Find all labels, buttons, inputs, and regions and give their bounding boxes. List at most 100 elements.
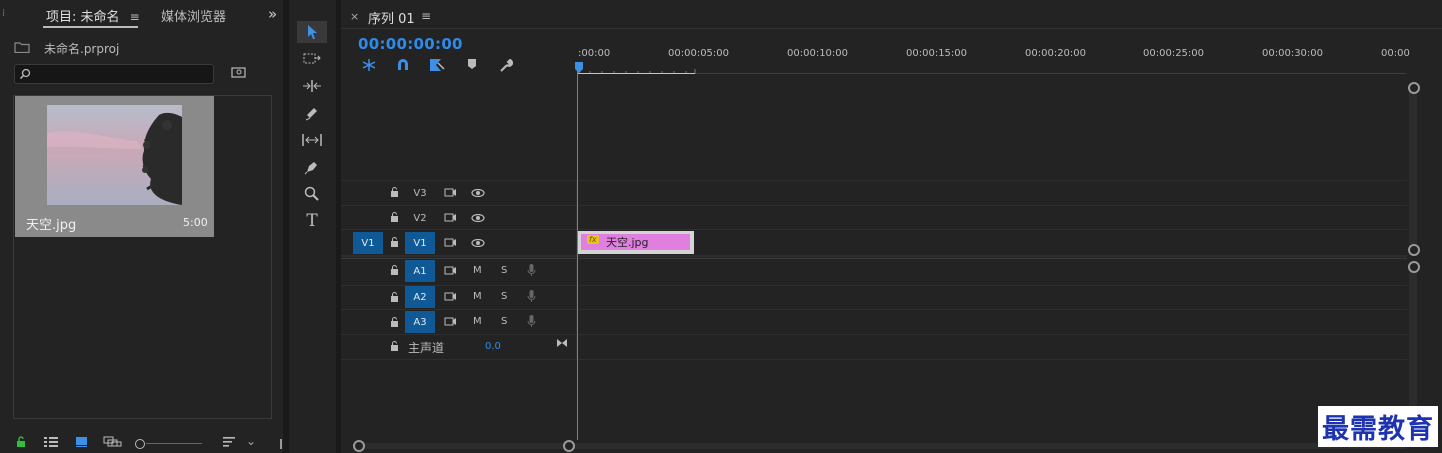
master-volume-value[interactable]: 0.0: [485, 341, 501, 352]
timeline-settings-wrench-icon[interactable]: [498, 58, 513, 73]
zoom-slider-track[interactable]: [146, 443, 202, 444]
mute-button[interactable]: M: [473, 265, 482, 276]
sync-lock-icon[interactable]: [444, 266, 457, 275]
icon-view-icon[interactable]: [75, 436, 88, 447]
slip-tool[interactable]: [297, 129, 327, 151]
pen-icon: [304, 162, 317, 175]
type-tool[interactable]: T: [297, 210, 327, 232]
mute-button[interactable]: M: [473, 291, 482, 302]
lock-icon[interactable]: [390, 317, 399, 327]
microphone-icon[interactable]: [527, 289, 536, 303]
sync-lock-icon[interactable]: [444, 292, 457, 301]
tab-project[interactable]: 项目: 未命名 ≡: [46, 6, 140, 25]
work-area-bar[interactable]: [578, 73, 695, 74]
horizontal-scrollbar[interactable]: [358, 443, 1408, 449]
track-target-v3[interactable]: V3: [405, 182, 435, 204]
time-ruler[interactable]: [578, 64, 1406, 74]
master-track-label: 主声道: [408, 341, 445, 355]
microphone-icon[interactable]: [527, 314, 536, 328]
playhead-timecode[interactable]: 00:00:00:00: [358, 35, 463, 53]
video-vertical-scrollbar[interactable]: [1409, 84, 1417, 252]
mute-button[interactable]: M: [473, 316, 482, 327]
ripple-edit-tool[interactable]: [297, 75, 327, 97]
ruler-label: 00:00:30:00: [1262, 48, 1324, 59]
new-bin-search-icon[interactable]: [231, 66, 246, 78]
source-patch-v1[interactable]: V1: [353, 232, 383, 254]
lock-icon[interactable]: [390, 237, 399, 247]
sync-lock-icon[interactable]: [444, 238, 457, 247]
ruler-label: 00:00:15:00: [906, 48, 968, 59]
clip-item-name: 天空.jpg: [26, 218, 77, 233]
lock-icon[interactable]: [390, 187, 399, 197]
track-target-a1[interactable]: A1: [405, 260, 435, 282]
track-row-v1[interactable]: [341, 230, 1407, 257]
lock-icon[interactable]: [390, 292, 399, 302]
zoom-slider-handle[interactable]: [135, 439, 145, 449]
solo-button[interactable]: S: [501, 291, 507, 302]
eye-icon[interactable]: [471, 189, 485, 197]
tab-menu-icon[interactable]: ≡: [130, 10, 140, 24]
solo-button[interactable]: S: [501, 265, 507, 276]
razor-tool[interactable]: [297, 102, 327, 124]
solo-button[interactable]: S: [501, 316, 507, 327]
ruler-label: 00:00: [1381, 48, 1410, 59]
sort-icon[interactable]: [222, 436, 236, 447]
hscroll-left-handle[interactable]: [353, 440, 365, 452]
search-input[interactable]: [14, 64, 214, 84]
list-view-icon[interactable]: [43, 436, 59, 447]
sequence-menu-icon[interactable]: ≡: [421, 9, 431, 23]
add-marker-icon[interactable]: [467, 58, 477, 70]
track-row-v3[interactable]: [341, 180, 1407, 206]
hand-zoom-tool[interactable]: [297, 183, 327, 205]
pen-tool[interactable]: [297, 156, 327, 178]
slip-icon: [302, 134, 322, 146]
eye-icon[interactable]: [471, 214, 485, 222]
sync-lock-icon[interactable]: [444, 188, 457, 197]
type-icon: T: [306, 211, 318, 231]
hscroll-right-handle[interactable]: [563, 440, 575, 452]
ruler-label: 00:00:25:00: [1143, 48, 1205, 59]
ripple-edit-icon: [303, 80, 321, 92]
lock-icon[interactable]: [390, 341, 399, 351]
ruler-label: 00:00:05:00: [668, 48, 730, 59]
tab-media-browser-label: 媒体浏览器: [161, 10, 227, 25]
tab-project-label: 项目: 未命名: [46, 10, 120, 25]
microphone-icon[interactable]: [527, 263, 536, 277]
linked-selection-icon[interactable]: [429, 58, 445, 72]
folder-icon: [14, 42, 30, 53]
track-row-v2[interactable]: [341, 205, 1407, 230]
track-target-a3[interactable]: A3: [405, 311, 435, 333]
track-select-icon: [303, 53, 321, 64]
video-scroll-bottom-handle[interactable]: [1408, 244, 1420, 256]
fx-badge: fx: [587, 235, 599, 244]
tab-divider: [341, 28, 1442, 29]
sync-lock-icon[interactable]: [444, 317, 457, 326]
track-select-tool[interactable]: [297, 48, 327, 70]
track-target-a2[interactable]: A2: [405, 286, 435, 308]
ruler-label: :00:00: [578, 48, 611, 59]
ruler-label: 00:00:10:00: [787, 48, 849, 59]
tab-media-browser[interactable]: 媒体浏览器: [161, 6, 226, 25]
chevron-down-icon[interactable]: ⌄: [246, 434, 256, 448]
video-scroll-top-handle[interactable]: [1408, 82, 1420, 94]
track-target-v1[interactable]: V1: [405, 232, 435, 254]
ruler-label: 00:00:20:00: [1025, 48, 1087, 59]
snap-magnet-icon[interactable]: [396, 58, 410, 72]
lock-icon[interactable]: [390, 212, 399, 222]
lock-icon[interactable]: [16, 436, 26, 447]
playhead-line[interactable]: [577, 70, 578, 440]
selection-tool[interactable]: [297, 21, 327, 43]
freeform-view-icon[interactable]: [103, 436, 122, 447]
go-to-in-out-icon[interactable]: [556, 338, 568, 348]
nest-toggle-icon[interactable]: [361, 58, 377, 72]
close-sequence-icon[interactable]: ×: [350, 10, 359, 23]
overflow-chevron-icon[interactable]: »: [268, 5, 277, 23]
track-target-v2[interactable]: V2: [405, 207, 435, 229]
lock-icon[interactable]: [390, 265, 399, 275]
search-icon: [20, 68, 31, 79]
tab-sequence[interactable]: 序列 01: [368, 8, 415, 27]
eye-icon[interactable]: [471, 239, 485, 247]
sync-lock-icon[interactable]: [444, 213, 457, 222]
audio-scroll-top-handle[interactable]: [1408, 261, 1420, 273]
tools-panel: T: [289, 0, 336, 453]
